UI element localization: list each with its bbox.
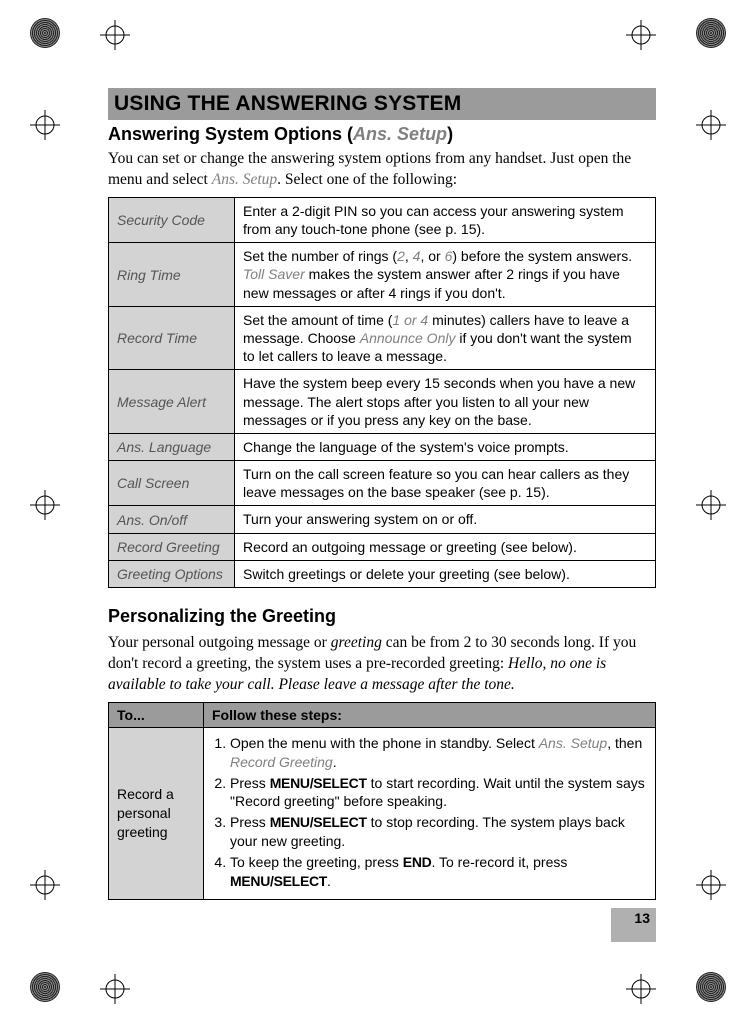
registration-circle-icon — [30, 18, 60, 48]
option-label: Record Time — [109, 306, 235, 370]
p-greeting-word: greeting — [331, 634, 382, 651]
p-before: Your personal outgoing message or — [108, 634, 331, 651]
registration-circle-icon — [696, 18, 726, 48]
option-description: Have the system beep every 15 seconds wh… — [235, 370, 656, 434]
option-label: Record Greeting — [109, 533, 235, 560]
personalizing-paragraph: Your personal outgoing message or greeti… — [108, 633, 656, 696]
step-item: Press MENU/SELECT to stop recording. The… — [230, 813, 647, 851]
registration-mark-icon — [30, 110, 60, 140]
option-description: Change the language of the system's voic… — [235, 433, 656, 460]
registration-mark-icon — [696, 870, 726, 900]
subheading-answering-options: Answering System Options (Ans. Setup) — [108, 124, 656, 145]
registration-mark-icon — [696, 110, 726, 140]
option-row: Message AlertHave the system beep every … — [109, 370, 656, 434]
registration-mark-icon — [626, 974, 656, 1004]
page-number: 13 — [611, 908, 656, 942]
subheading-prefix: Answering System Options ( — [108, 124, 353, 144]
registration-circle-icon — [30, 972, 60, 1002]
section-heading: USING THE ANSWERING SYSTEM — [108, 88, 656, 120]
step-item: Open the menu with the phone in standby.… — [230, 734, 647, 772]
registration-mark-icon — [100, 974, 130, 1004]
steps-table: To... Follow these steps: Record a perso… — [108, 702, 656, 900]
option-description: Enter a 2-digit PIN so you can access yo… — [235, 197, 656, 242]
option-label: Ring Time — [109, 243, 235, 307]
option-description: Turn on the call screen feature so you c… — [235, 461, 656, 506]
option-description: Switch greetings or delete your greeting… — [235, 560, 656, 587]
option-description: Set the number of rings (2, 4, or 6) bef… — [235, 243, 656, 307]
step-item: To keep the greeting, press END. To re-r… — [230, 853, 647, 891]
steps-row: Record a personal greeting Open the menu… — [109, 727, 656, 899]
option-row: Record TimeSet the amount of time (1 or … — [109, 306, 656, 370]
option-description: Record an outgoing message or greeting (… — [235, 533, 656, 560]
intro-paragraph: You can set or change the answering syst… — [108, 149, 656, 191]
option-label: Greeting Options — [109, 560, 235, 587]
registration-mark-icon — [30, 870, 60, 900]
option-label: Message Alert — [109, 370, 235, 434]
option-label: Security Code — [109, 197, 235, 242]
option-row: Ring TimeSet the number of rings (2, 4, … — [109, 243, 656, 307]
option-label: Ans. On/off — [109, 506, 235, 533]
option-row: Record GreetingRecord an outgoing messag… — [109, 533, 656, 560]
subheading-italic: Ans. Setup — [353, 124, 447, 144]
steps-header-to: To... — [109, 702, 204, 727]
option-row: Security CodeEnter a 2-digit PIN so you … — [109, 197, 656, 242]
subheading-personalizing: Personalizing the Greeting — [108, 606, 656, 627]
option-label: Ans. Language — [109, 433, 235, 460]
subheading-suffix: ) — [447, 124, 453, 144]
steps-header-follow: Follow these steps: — [204, 702, 656, 727]
intro-after: . Select one of the following: — [277, 171, 457, 188]
steps-row-content: Open the menu with the phone in standby.… — [204, 727, 656, 899]
option-row: Ans. LanguageChange the language of the … — [109, 433, 656, 460]
option-row: Greeting OptionsSwitch greetings or dele… — [109, 560, 656, 587]
step-item: Press MENU/SELECT to start recording. Wa… — [230, 774, 647, 812]
page-content: USING THE ANSWERING SYSTEM Answering Sys… — [108, 88, 656, 942]
option-description: Turn your answering system on or off. — [235, 506, 656, 533]
registration-mark-icon — [100, 20, 130, 50]
registration-mark-icon — [626, 20, 656, 50]
option-row: Ans. On/offTurn your answering system on… — [109, 506, 656, 533]
option-label: Call Screen — [109, 461, 235, 506]
registration-mark-icon — [30, 490, 60, 520]
steps-row-label: Record a personal greeting — [109, 727, 204, 899]
options-table: Security CodeEnter a 2-digit PIN so you … — [108, 197, 656, 588]
registration-circle-icon — [696, 972, 726, 1002]
option-description: Set the amount of time (1 or 4 minutes) … — [235, 306, 656, 370]
registration-mark-icon — [696, 490, 726, 520]
option-row: Call ScreenTurn on the call screen featu… — [109, 461, 656, 506]
intro-menu-item: Ans. Setup — [212, 171, 277, 188]
